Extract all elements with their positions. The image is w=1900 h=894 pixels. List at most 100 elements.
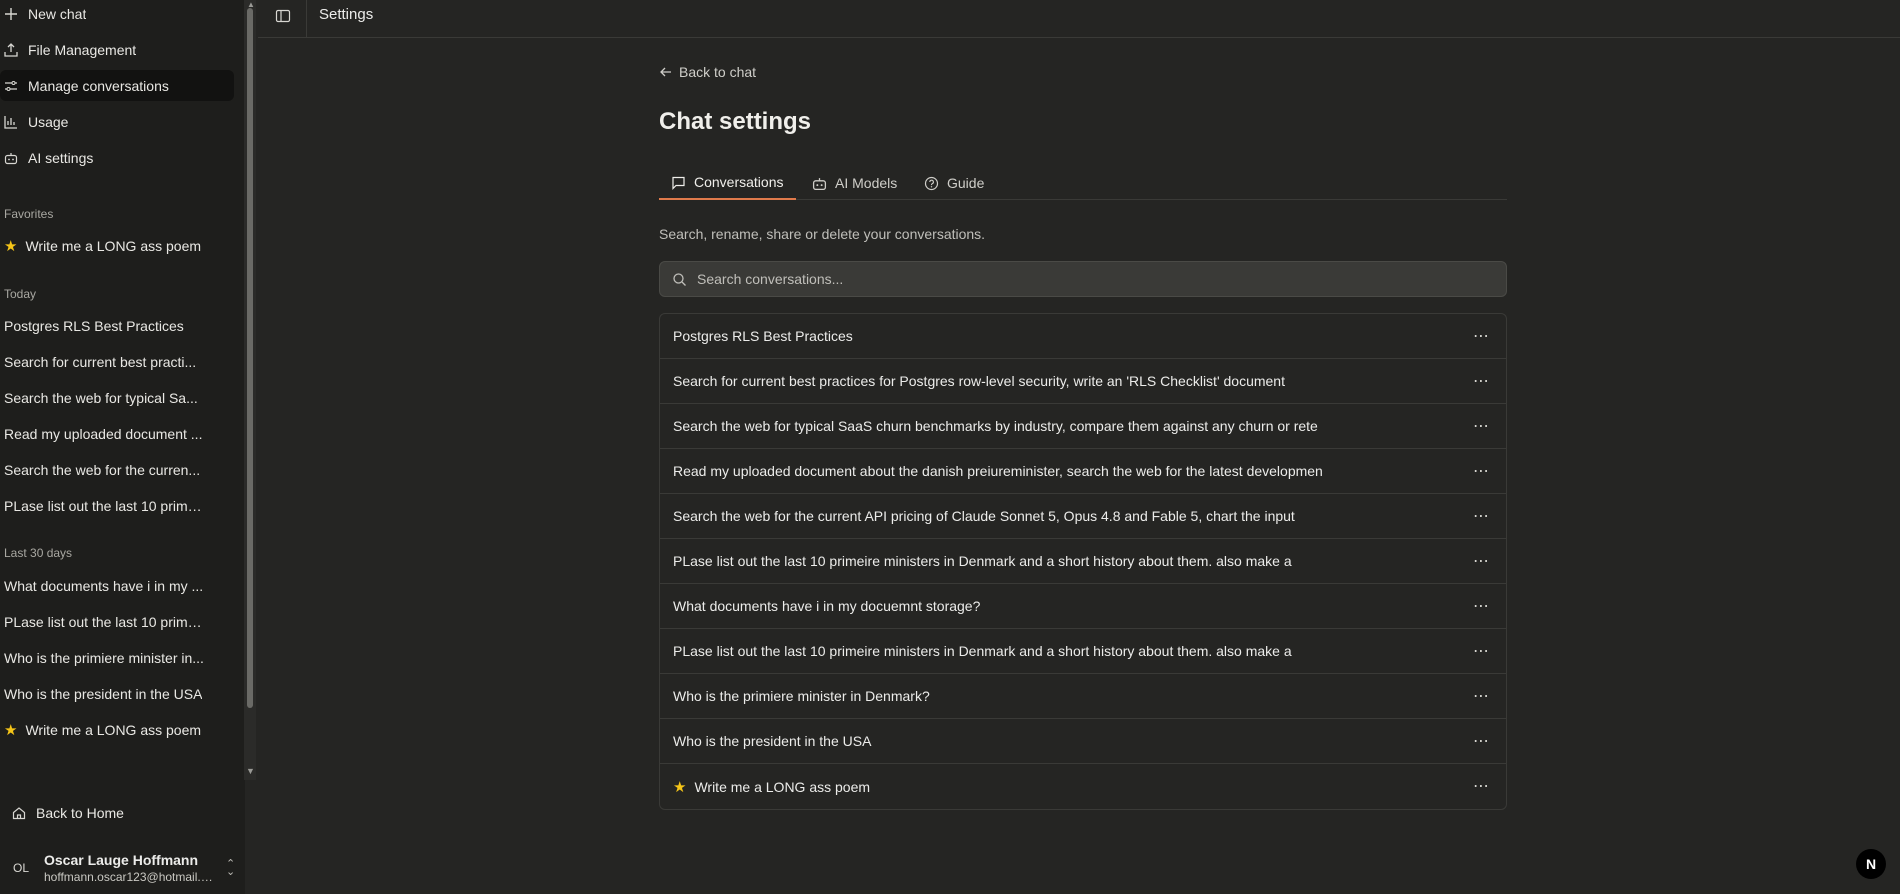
sidebar-item-label: New chat xyxy=(28,5,87,22)
more-options-icon[interactable]: ⋯ xyxy=(1473,326,1490,346)
more-options-icon[interactable]: ⋯ xyxy=(1473,506,1490,526)
conversation-title: Who is the president in the USA xyxy=(673,733,872,749)
more-options-icon[interactable]: ⋯ xyxy=(1473,551,1490,571)
more-options-icon[interactable]: ⋯ xyxy=(1473,686,1490,706)
settings-heading: Chat settings xyxy=(659,108,812,135)
conversation-row[interactable]: What documents have i in my docuemnt sto… xyxy=(660,584,1506,629)
more-options-icon[interactable]: ⋯ xyxy=(1473,641,1490,661)
sidebar-toggle-button[interactable] xyxy=(272,6,294,28)
sidebar-conversation[interactable]: Who is the primiere minister in... xyxy=(4,643,204,673)
tab-label: Guide xyxy=(947,175,985,191)
conversation-row[interactable]: Who is the primiere minister in Denmark?… xyxy=(660,674,1506,719)
sidebar-item-new-chat[interactable]: New chat xyxy=(0,0,234,29)
conversation-row[interactable]: Search the web for typical SaaS churn be… xyxy=(660,404,1506,449)
conversation-title: Postgres RLS Best Practices xyxy=(673,328,853,344)
sidebar-item-manage-conversations[interactable]: Manage conversations xyxy=(0,70,234,101)
conversation-title: Search the web for typical Sa... xyxy=(4,390,198,406)
conversation-title: Search for current best practices for Po… xyxy=(673,373,1285,389)
search-input[interactable] xyxy=(697,271,1477,287)
back-to-home-link[interactable]: Back to Home xyxy=(12,798,124,828)
conversation-title: PLase list out the last 10 prime... xyxy=(4,614,204,630)
conversation-row[interactable]: Who is the president in the USA ⋯ xyxy=(660,719,1506,764)
tab-ai-models[interactable]: AI Models xyxy=(812,166,897,200)
sidebar: New chat File Management Manage conversa… xyxy=(0,0,256,894)
conversation-title: Search the web for the curren... xyxy=(4,462,201,478)
more-options-icon[interactable]: ⋯ xyxy=(1473,596,1490,616)
conversation-title: Search the web for the current API prici… xyxy=(673,508,1295,524)
sidebar-conversation[interactable]: Search the web for typical Sa... xyxy=(4,383,204,413)
conversation-title: Write me a LONG ass poem xyxy=(694,778,871,795)
tab-label: AI Models xyxy=(835,175,898,191)
sidebar-conversation[interactable]: ★ Write me a LONG ass poem xyxy=(4,231,204,261)
conversation-search[interactable] xyxy=(659,261,1507,297)
more-options-icon[interactable]: ⋯ xyxy=(1473,416,1490,436)
conversation-title: PLase list out the last 10 primeire mini… xyxy=(673,553,1292,569)
today-heading: Today xyxy=(4,287,37,301)
sliders-icon xyxy=(4,79,18,93)
conversation-title: Search the web for typical SaaS churn be… xyxy=(673,418,1318,434)
conversation-title: What documents have i in my ... xyxy=(4,578,204,594)
more-options-icon[interactable]: ⋯ xyxy=(1473,731,1490,751)
sidebar-conversation[interactable]: What documents have i in my ... xyxy=(4,571,204,601)
scrollbar-thumb[interactable] xyxy=(247,8,253,708)
dev-tools-badge[interactable]: N xyxy=(1856,849,1886,879)
bot-icon xyxy=(4,151,18,165)
conversation-title: Read my uploaded document ... xyxy=(4,426,203,442)
sidebar-conversation[interactable]: Postgres RLS Best Practices xyxy=(4,311,204,341)
conversation-title: Write me a LONG ass poem xyxy=(25,238,202,254)
panel-left-icon xyxy=(275,8,291,27)
tab-conversations[interactable]: Conversations xyxy=(659,166,796,200)
sidebar-conversation[interactable]: Search for current best practi... xyxy=(4,347,204,377)
divider xyxy=(306,0,307,38)
conversation-row[interactable]: Read my uploaded document about the dani… xyxy=(660,449,1506,494)
sidebar-item-label: File Management xyxy=(28,41,137,58)
conversation-title: PLase list out the last 10 primei... xyxy=(4,498,204,514)
sidebar-scroll-area: New chat File Management Manage conversa… xyxy=(0,0,245,780)
settings-description: Search, rename, share or delete your con… xyxy=(659,226,986,242)
bot-icon xyxy=(812,176,827,191)
sidebar-scrollbar[interactable]: ▲ ▼ xyxy=(244,0,256,780)
conversation-row[interactable]: ★ Write me a LONG ass poem ⋯ xyxy=(660,764,1506,809)
conversation-row[interactable]: Postgres RLS Best Practices ⋯ xyxy=(660,314,1506,359)
star-icon: ★ xyxy=(4,238,18,255)
sidebar-item-ai-settings[interactable]: AI settings xyxy=(0,142,234,173)
more-options-icon[interactable]: ⋯ xyxy=(1473,371,1490,391)
conversation-row[interactable]: PLase list out the last 10 primeire mini… xyxy=(660,539,1506,584)
back-to-chat-label: Back to chat xyxy=(679,64,757,80)
sidebar-item-label: Usage xyxy=(28,113,69,130)
plus-icon xyxy=(4,7,18,21)
chevrons-up-down-icon: ⌃ ⌄ xyxy=(226,858,236,878)
search-icon xyxy=(672,272,687,287)
back-to-chat-link[interactable]: Back to chat xyxy=(659,62,756,82)
message-square-icon xyxy=(671,175,686,190)
user-email: hoffmann.oscar123@hotmail.c... xyxy=(44,870,214,884)
sidebar-conversation[interactable]: Search the web for the curren... xyxy=(4,455,204,485)
conversation-list: Postgres RLS Best Practices ⋯ Search for … xyxy=(659,313,1507,810)
sidebar-item-usage[interactable]: Usage xyxy=(0,106,234,137)
sidebar-conversation[interactable]: ★ Write me a LONG ass poem xyxy=(4,715,204,745)
user-menu[interactable]: OL Oscar Lauge Hoffmann hoffmann.oscar12… xyxy=(0,848,245,888)
upload-icon xyxy=(4,42,18,57)
scroll-down-arrow-icon[interactable]: ▼ xyxy=(246,766,255,776)
more-options-icon[interactable]: ⋯ xyxy=(1473,461,1490,481)
bar-chart-icon xyxy=(4,115,18,129)
more-options-icon[interactable]: ⋯ xyxy=(1473,776,1490,796)
conversation-title: Write me a LONG ass poem xyxy=(25,722,202,738)
page-title: Settings xyxy=(319,6,374,23)
user-name: Oscar Lauge Hoffmann xyxy=(44,852,199,868)
conversation-title: Who is the president in the USA xyxy=(4,686,203,702)
arrow-left-icon xyxy=(659,65,673,79)
conversation-row[interactable]: PLase list out the last 10 primeire mini… xyxy=(660,629,1506,674)
conversation-title: PLase list out the last 10 primeire mini… xyxy=(673,643,1292,659)
tab-guide[interactable]: Guide xyxy=(924,166,984,200)
conversation-title: Who is the primiere minister in Denmark? xyxy=(673,688,930,704)
sidebar-conversation[interactable]: Who is the president in the USA xyxy=(4,679,204,709)
star-icon: ★ xyxy=(673,778,687,796)
sidebar-conversation[interactable]: Read my uploaded document ... xyxy=(4,419,204,449)
sidebar-item-file-management[interactable]: File Management xyxy=(0,34,234,65)
sidebar-conversation[interactable]: PLase list out the last 10 prime... xyxy=(4,607,204,637)
conversation-row[interactable]: Search the web for the current API prici… xyxy=(660,494,1506,539)
sidebar-conversation[interactable]: PLase list out the last 10 primei... xyxy=(4,491,204,521)
home-icon xyxy=(12,806,26,820)
conversation-row[interactable]: Search for current best practices for Po… xyxy=(660,359,1506,404)
